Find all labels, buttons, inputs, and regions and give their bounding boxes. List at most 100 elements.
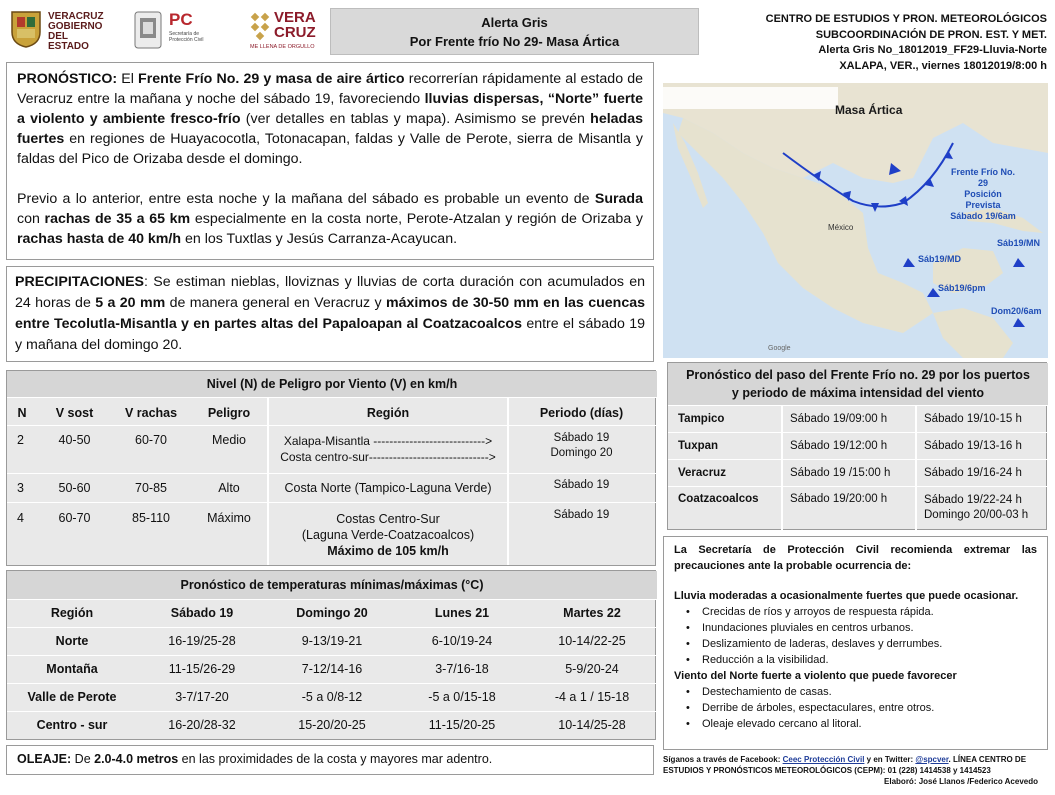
- wind-row2-region: Costa Norte (Tampico-Laguna Verde): [284, 481, 492, 495]
- alert-subtitle: Por Frente frío No 29- Masa Ártica: [409, 34, 620, 49]
- port-max-intensity: Sábado 19/10-15 h: [924, 413, 1022, 425]
- pronostico-paragraph-1: PRONÓSTICO: El Frente Frío No. 29 y masa…: [17, 69, 643, 169]
- temp-cell: 3-7/17-20: [175, 690, 229, 704]
- port-name: Coatzacoalcos: [678, 493, 759, 505]
- temp-header-domingo: Domingo 20: [296, 606, 368, 620]
- precipitaciones-panel: PRECIPITACIONES: Se estiman nieblas, llo…: [6, 266, 654, 362]
- text-fragment: (ver detalles en tablas y mapa). Asimism…: [240, 111, 591, 127]
- org-line1: CENTRO DE ESTUDIOS Y PRON. METEOROLÓGICO…: [765, 13, 1047, 25]
- wind-row2-vrachas: 70-85: [135, 481, 167, 495]
- oleaje-panel: OLEAJE: De 2.0-4.0 metros en las proximi…: [6, 745, 654, 775]
- brand-line1: VERA: [274, 9, 316, 26]
- region-line-max: Máximo de 105 km/h: [327, 544, 449, 558]
- wind-row1-vsost: 40-50: [58, 433, 91, 447]
- wind-row3-periodo: Sábado 19: [553, 509, 610, 521]
- text-fragment: especialmente en la costa norte, Perote-…: [190, 211, 643, 227]
- temp-header-lunes: Lunes 21: [434, 606, 490, 620]
- wind-danger-table: Nivel (N) de Peligro por Viento (V) en k…: [6, 370, 657, 566]
- map-label-mexico: México: [828, 223, 854, 232]
- footer: Síganos a través de Facebook: Ceec Prote…: [663, 754, 1048, 787]
- list-item: Deslizamiento de laderas, deslaves y der…: [674, 636, 1037, 652]
- temp-header-region: Región: [50, 606, 94, 620]
- text-fragment-bold: Surada: [594, 191, 643, 207]
- text-fragment: Síganos a través de Facebook:: [663, 755, 783, 764]
- ports-table: Pronóstico del paso del Frente Frío no. …: [667, 362, 1048, 530]
- wind-table-title: Nivel (N) de Peligro por Viento (V) en k…: [7, 371, 657, 397]
- brand-tagline: ME LLENA DE ORGULLO: [250, 44, 315, 50]
- temp-header-sabado: Sábado 19: [170, 606, 234, 620]
- frente-label-line3: Sábado 19/6am: [950, 211, 1016, 221]
- wind-header-vsost: V sost: [55, 406, 94, 420]
- wind-row2-vsost: 50-60: [58, 481, 91, 495]
- temp-cell: 11-15/26-29: [168, 662, 236, 676]
- temp-table-title: Pronóstico de temperaturas mínimas/máxim…: [7, 571, 657, 599]
- text-fragment: y en Twitter:: [864, 755, 916, 764]
- region-line: Xalapa-Misantla ------------------------…: [283, 434, 493, 448]
- temp-header-martes: Martes 22: [563, 606, 621, 620]
- temp-row-region: Centro - sur: [36, 718, 108, 732]
- frente-label-line2: Posición Prevista: [964, 189, 1002, 210]
- organization-info: CENTRO DE ESTUDIOS Y PRON. METEOROLÓGICO…: [727, 12, 1047, 74]
- temp-cell: 3-7/16-18: [435, 662, 489, 676]
- list-item: Destechamiento de casas.: [674, 684, 1037, 700]
- wind-row2-n: 3: [17, 481, 24, 495]
- port-max-intensity: Sábado 19/22-24 h Domingo 20/00-03 h: [924, 493, 1028, 523]
- periodo-line: Domingo 20: [550, 447, 613, 459]
- ports-title-line2: y periodo de máxima intensidad del vient…: [731, 386, 985, 400]
- wind-row3-peligro: Máximo: [207, 511, 251, 525]
- list-item: Inundaciones pluviales en centros urbano…: [674, 620, 1037, 636]
- veracruz-gobierno-logo: VERACRUZ GOBIERNO DEL ESTADO: [8, 8, 108, 52]
- brand-line2: CRUZ: [274, 24, 316, 41]
- port-name: Tampico: [678, 413, 725, 425]
- port-passage: Sábado 19 /15:00 h: [790, 467, 891, 479]
- text-fragment-bold: 5 a 20 mm: [95, 295, 166, 311]
- temp-cell: 16-19/25-28: [168, 634, 236, 648]
- pattern-icon: [250, 12, 270, 41]
- region-line: Costas Centro-Sur: [336, 512, 440, 526]
- text-fragment: de manera general en Veracruz y: [165, 295, 387, 311]
- temp-cell: 15-20/20-25: [298, 718, 366, 732]
- footer-elaboro: Elaboró: José Llanos /Federico Acevedo: [884, 777, 1038, 786]
- org-line3: Alerta Gris No_18012019_FF29-Lluvia-Nort…: [818, 44, 1047, 56]
- wind-row3-region: Costas Centro-Sur (Laguna Verde-Coatzaco…: [269, 511, 507, 559]
- footer-contact: Síganos a través de Facebook: Ceec Prote…: [663, 754, 1048, 776]
- text-fragment: en regiones de Huayacocotla, Totonacapan…: [17, 131, 643, 167]
- state-shield-icon: [11, 11, 41, 48]
- text-fragment: Previo a lo anterior, entre esta noche y…: [17, 191, 595, 207]
- proteccion-civil-logo: PC Secretaría de Protección Civil: [133, 10, 228, 50]
- text-fragment-bold: rachas hasta de 40 km/h: [17, 231, 182, 247]
- text-fragment: con: [17, 211, 45, 227]
- facebook-link[interactable]: Ceec Protección Civil: [783, 755, 865, 764]
- wind-row1-n: 2: [17, 433, 24, 447]
- map-label-sab19mn: Sáb19/MN: [997, 238, 1041, 248]
- map-label-frente: Frente Frío No. 29 Posición Prevista Sáb…: [948, 167, 1018, 222]
- wind-row1-region: Xalapa-Misantla ------------------------…: [269, 433, 507, 465]
- reco-lluvia-title: Lluvia moderadas a ocasionalmente fuerte…: [674, 590, 1019, 602]
- wind-header-n: N: [17, 406, 27, 420]
- pc-label: PC: [169, 10, 193, 29]
- temp-cell: 10-14/25-28: [558, 718, 626, 732]
- pronostico-panel: PRONÓSTICO: El Frente Frío No. 29 y masa…: [6, 62, 654, 260]
- temp-cell: 9-13/19-21: [301, 634, 363, 648]
- map-label-sab19pm: Sáb19/6pm: [938, 283, 986, 293]
- port-name: Veracruz: [678, 467, 726, 479]
- precipitaciones-label: PRECIPITACIONES: [15, 274, 145, 290]
- recomendaciones-panel: La Secretaría de Protección Civil recomi…: [663, 536, 1048, 750]
- map-label-sab19md: Sáb19/MD: [918, 254, 962, 264]
- temp-cell: -5 a 0/15-18: [428, 690, 496, 704]
- map-google-attribution: Google: [768, 345, 791, 352]
- oleaje-label: OLEAJE:: [17, 752, 72, 766]
- front-map: Masa Ártica Frente Frío No. 29 Posición …: [663, 83, 1048, 358]
- wind-header-peligro: Peligro: [207, 406, 251, 420]
- port-passage: Sábado 19/09:00 h: [790, 413, 888, 425]
- port-max-intensity: Sábado 19/16-24 h: [924, 467, 1022, 479]
- text-fragment: en los Tuxtlas y Jesús Carranza-Acayucan…: [181, 231, 458, 247]
- list-item: Crecidas de ríos y arroyos de respuesta …: [674, 604, 1037, 620]
- list-item: Derribe de árboles, espectaculares, entr…: [674, 700, 1037, 716]
- reco-viento-list: Destechamiento de casas. Derribe de árbo…: [674, 684, 1037, 732]
- twitter-link[interactable]: @spcver: [915, 755, 948, 764]
- pronostico-paragraph-2: Previo a lo anterior, entre esta noche y…: [17, 189, 643, 249]
- port-max-intensity: Sábado 19/13-16 h: [924, 440, 1022, 452]
- wind-row3-vsost: 60-70: [58, 511, 91, 525]
- wind-row1-vrachas: 60-70: [135, 433, 167, 447]
